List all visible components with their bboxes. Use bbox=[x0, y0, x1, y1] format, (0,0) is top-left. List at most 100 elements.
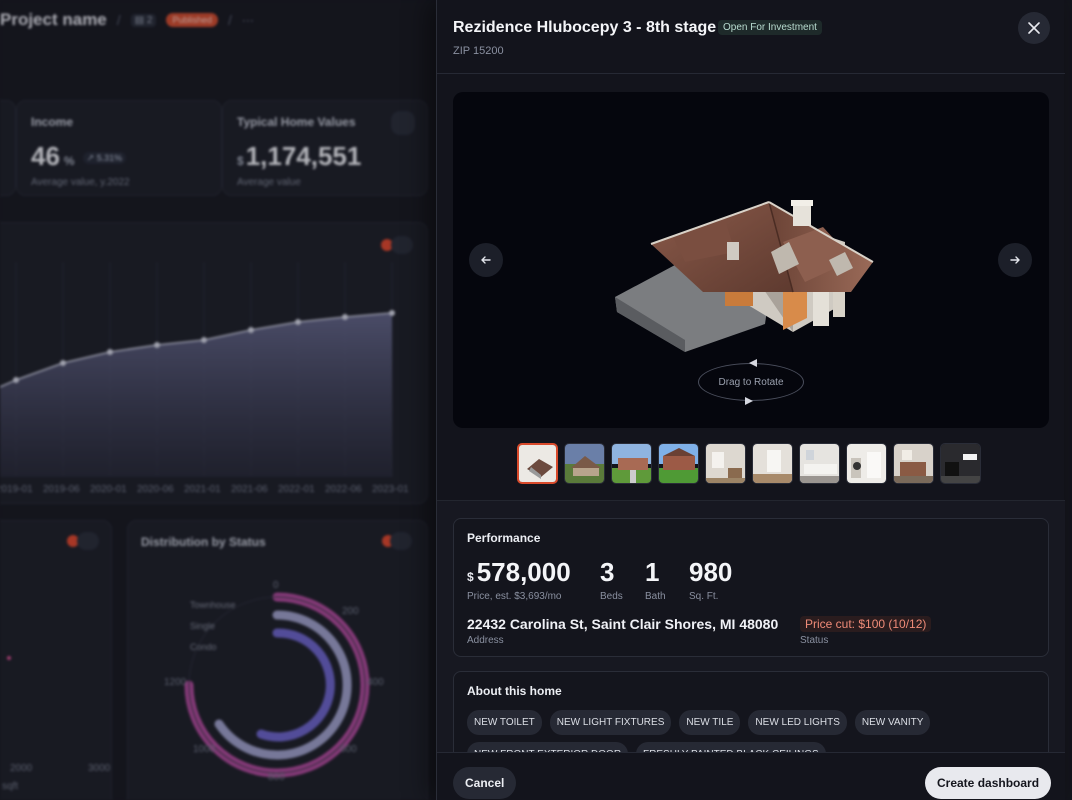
project-title: Project name bbox=[0, 10, 107, 29]
property-zip: ZIP 15200 bbox=[453, 45, 504, 57]
thumbnail-image bbox=[800, 444, 839, 483]
thumbnail-image bbox=[706, 444, 745, 483]
thumbnail-photo[interactable] bbox=[893, 443, 934, 484]
about-card: About this home NEW TOILET NEW LIGHT FIX… bbox=[453, 671, 1049, 752]
thumbnail-photo[interactable] bbox=[940, 443, 981, 484]
arrow-left-icon bbox=[481, 256, 491, 264]
baths-label: Bath bbox=[645, 591, 666, 602]
scatter-point bbox=[7, 656, 11, 660]
price-number: 578,000 bbox=[476, 557, 571, 587]
x-tick: 2021-06 bbox=[231, 484, 268, 495]
feature-tag[interactable]: NEW LED LIGHTS bbox=[748, 710, 847, 735]
x-tick: 2023-01 bbox=[372, 484, 409, 495]
radial-tick: 600 bbox=[340, 744, 357, 755]
beds-value: 3 bbox=[600, 557, 615, 587]
radial-tick: 200 bbox=[342, 606, 359, 617]
about-title: About this home bbox=[467, 684, 562, 698]
thumbnail-image bbox=[894, 444, 933, 483]
price-label: Price, est. $3,693/mo bbox=[467, 591, 562, 602]
distribution-title: Distribution by Status bbox=[141, 535, 266, 549]
feature-tags: NEW TOILET NEW LIGHT FIXTURES NEW TILE N… bbox=[467, 710, 1037, 752]
scatter-x-unit: sqft bbox=[2, 781, 19, 792]
price-status-badge: Price cut: $100 (10/12) bbox=[800, 616, 932, 632]
performance-card: Performance $578,000 Price, est. $3,693/… bbox=[453, 518, 1049, 657]
feature-tag[interactable]: NEW TILE bbox=[679, 710, 741, 735]
legend-townhouse: Townhouse bbox=[190, 600, 236, 610]
radial-series-condo bbox=[256, 628, 335, 742]
feature-tag[interactable]: NEW FRONT EXTERIOR DOOR bbox=[467, 742, 629, 752]
thumbnail-photo[interactable] bbox=[705, 443, 746, 484]
performance-title: Performance bbox=[467, 531, 541, 545]
thumbnail-image bbox=[941, 444, 980, 483]
published-badge[interactable]: Published bbox=[166, 13, 218, 27]
radial-tick: 1200 bbox=[164, 677, 187, 688]
income-change: ↗ 5.31% bbox=[82, 151, 127, 164]
legend-single: Single bbox=[190, 621, 216, 631]
cancel-button[interactable]: Cancel bbox=[453, 767, 517, 799]
scatter-x-tick: 2000 bbox=[10, 763, 33, 774]
x-tick: 2020-06 bbox=[137, 484, 174, 495]
thumbnail-image bbox=[847, 444, 886, 483]
thumbnail-photo[interactable] bbox=[799, 443, 840, 484]
feature-tag[interactable]: NEW LIGHT FIXTURES bbox=[549, 710, 672, 735]
price-currency: $ bbox=[467, 570, 474, 584]
income-card: Income 46% ↗ 5.31% Average value, y.2022 bbox=[16, 100, 222, 196]
home-values-title: Typical Home Values bbox=[237, 115, 356, 129]
price-value: $578,000 bbox=[467, 557, 571, 588]
address-label: Address bbox=[467, 635, 504, 646]
file-count-badge: ▤ 2 bbox=[130, 13, 157, 27]
thumbnail-3d-model[interactable] bbox=[517, 443, 558, 484]
drag-to-rotate-hint[interactable]: Drag to Rotate bbox=[698, 363, 804, 401]
feature-tag[interactable]: NEW TOILET bbox=[467, 710, 542, 735]
sqft-value: 980 bbox=[689, 557, 733, 587]
scatter-x-tick: 3000 bbox=[88, 763, 111, 774]
x-tick: 2022-01 bbox=[278, 484, 315, 495]
x-tick: 2019-06 bbox=[43, 484, 80, 495]
breadcrumb-separator: / bbox=[227, 12, 232, 28]
thumbnail-photo[interactable] bbox=[611, 443, 652, 484]
chart-settings-icon[interactable] bbox=[77, 532, 99, 550]
x-tick: 2021-01 bbox=[184, 484, 221, 495]
investment-status-badge: Open For Investment bbox=[718, 20, 822, 35]
line-chart-x-axis: 2019-01 2019-06 2020-01 2020-06 2021-01 … bbox=[0, 484, 436, 498]
status-label: Status bbox=[800, 635, 829, 646]
feature-tag[interactable]: NEW VANITY bbox=[854, 710, 931, 735]
feature-tag[interactable]: FRESHLY PAINTED BLACK CEILINGS bbox=[636, 742, 826, 752]
thumbnail-photo[interactable] bbox=[658, 443, 699, 484]
file-count: 2 bbox=[146, 14, 153, 26]
previous-image-button[interactable] bbox=[469, 243, 503, 277]
next-image-button[interactable] bbox=[998, 243, 1032, 277]
home-values-currency: $ bbox=[237, 154, 244, 168]
more-menu-icon[interactable]: ··· bbox=[242, 13, 254, 27]
home-values-caption: Average value bbox=[237, 177, 301, 188]
income-value: 46% ↗ 5.31% bbox=[31, 141, 127, 172]
thumbnail-photo[interactable] bbox=[564, 443, 605, 484]
income-caption: Average value, y.2022 bbox=[31, 177, 130, 188]
thumbnail-image bbox=[612, 444, 651, 483]
x-tick: 2020-01 bbox=[90, 484, 127, 495]
property-detail-panel: Rezidence Hlubocepy 3 - 8th stage Open F… bbox=[436, 0, 1065, 800]
radial-tick: 400 bbox=[367, 677, 384, 688]
income-title: Income bbox=[31, 115, 74, 129]
line-chart bbox=[0, 262, 395, 477]
x-tick: 2019-01 bbox=[0, 484, 33, 495]
baths-value: 1 bbox=[645, 557, 660, 587]
breadcrumb-separator: / bbox=[116, 12, 121, 28]
filter-icon[interactable] bbox=[391, 111, 415, 135]
income-number: 46 bbox=[31, 141, 60, 171]
thumbnail-photo[interactable] bbox=[846, 443, 887, 484]
area-fill bbox=[0, 313, 392, 477]
drag-to-rotate-label: Drag to Rotate bbox=[718, 376, 784, 388]
address-value: 22432 Carolina St, Saint Clair Shores, M… bbox=[467, 616, 779, 632]
radial-tick: 1000 bbox=[193, 744, 216, 755]
thumbnail-photo[interactable] bbox=[752, 443, 793, 484]
chart-settings-icon[interactable] bbox=[390, 532, 412, 550]
thumbnail-strip bbox=[517, 443, 981, 484]
panel-body[interactable]: Performance $578,000 Price, est. $3,693/… bbox=[437, 500, 1065, 752]
close-button[interactable] bbox=[1018, 12, 1050, 44]
create-dashboard-button[interactable]: Create dashboard bbox=[925, 767, 1052, 799]
close-icon bbox=[1028, 22, 1040, 34]
rotate-arrow-icon bbox=[745, 397, 753, 405]
model-viewer[interactable]: Drag to Rotate bbox=[453, 92, 1049, 428]
radial-tick: 800 bbox=[268, 772, 285, 783]
